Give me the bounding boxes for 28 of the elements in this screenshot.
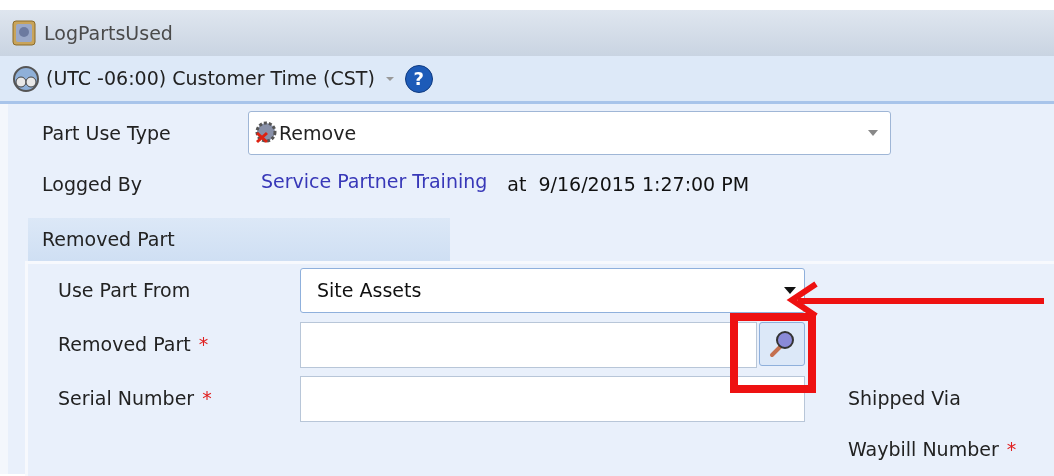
app-icon	[12, 20, 36, 46]
caret-icon	[784, 287, 796, 294]
field-label: Serial Number	[58, 386, 195, 411]
field-label: Removed Part	[58, 332, 191, 357]
field-label: Shipped Via	[848, 386, 961, 411]
caret-icon	[868, 130, 878, 136]
caret-icon[interactable]	[384, 75, 395, 82]
field-label: Use Part From	[58, 278, 191, 303]
required-mark: *	[202, 386, 212, 411]
field-label: Logged By	[41, 171, 144, 197]
window-title: LogPartsUsed	[44, 20, 173, 46]
timezone-label[interactable]: (UTC -06:00) Customer Time (CST)	[46, 64, 375, 93]
part-use-type-dropdown[interactable]: Remove	[248, 111, 891, 155]
section-tab[interactable]: Removed Part	[28, 218, 450, 261]
use-part-from-dropdown[interactable]: Site Assets	[300, 268, 805, 313]
search-button[interactable]	[759, 322, 805, 366]
input-field[interactable]	[300, 376, 805, 422]
search-icon	[768, 330, 796, 358]
globe-icon	[12, 64, 40, 93]
logged-time: at 9/16/2015 1:27:00 PM	[507, 171, 750, 197]
help-button[interactable]: ?	[404, 64, 433, 93]
required-mark: *	[1006, 436, 1017, 462]
user-link[interactable]: Service Partner Training	[261, 166, 488, 196]
field-label: Waybill Number	[848, 436, 999, 462]
gear-icon	[253, 120, 279, 146]
field-label: Part Use Type	[41, 120, 172, 146]
input-field[interactable]	[300, 322, 757, 368]
required-mark: *	[198, 332, 209, 357]
